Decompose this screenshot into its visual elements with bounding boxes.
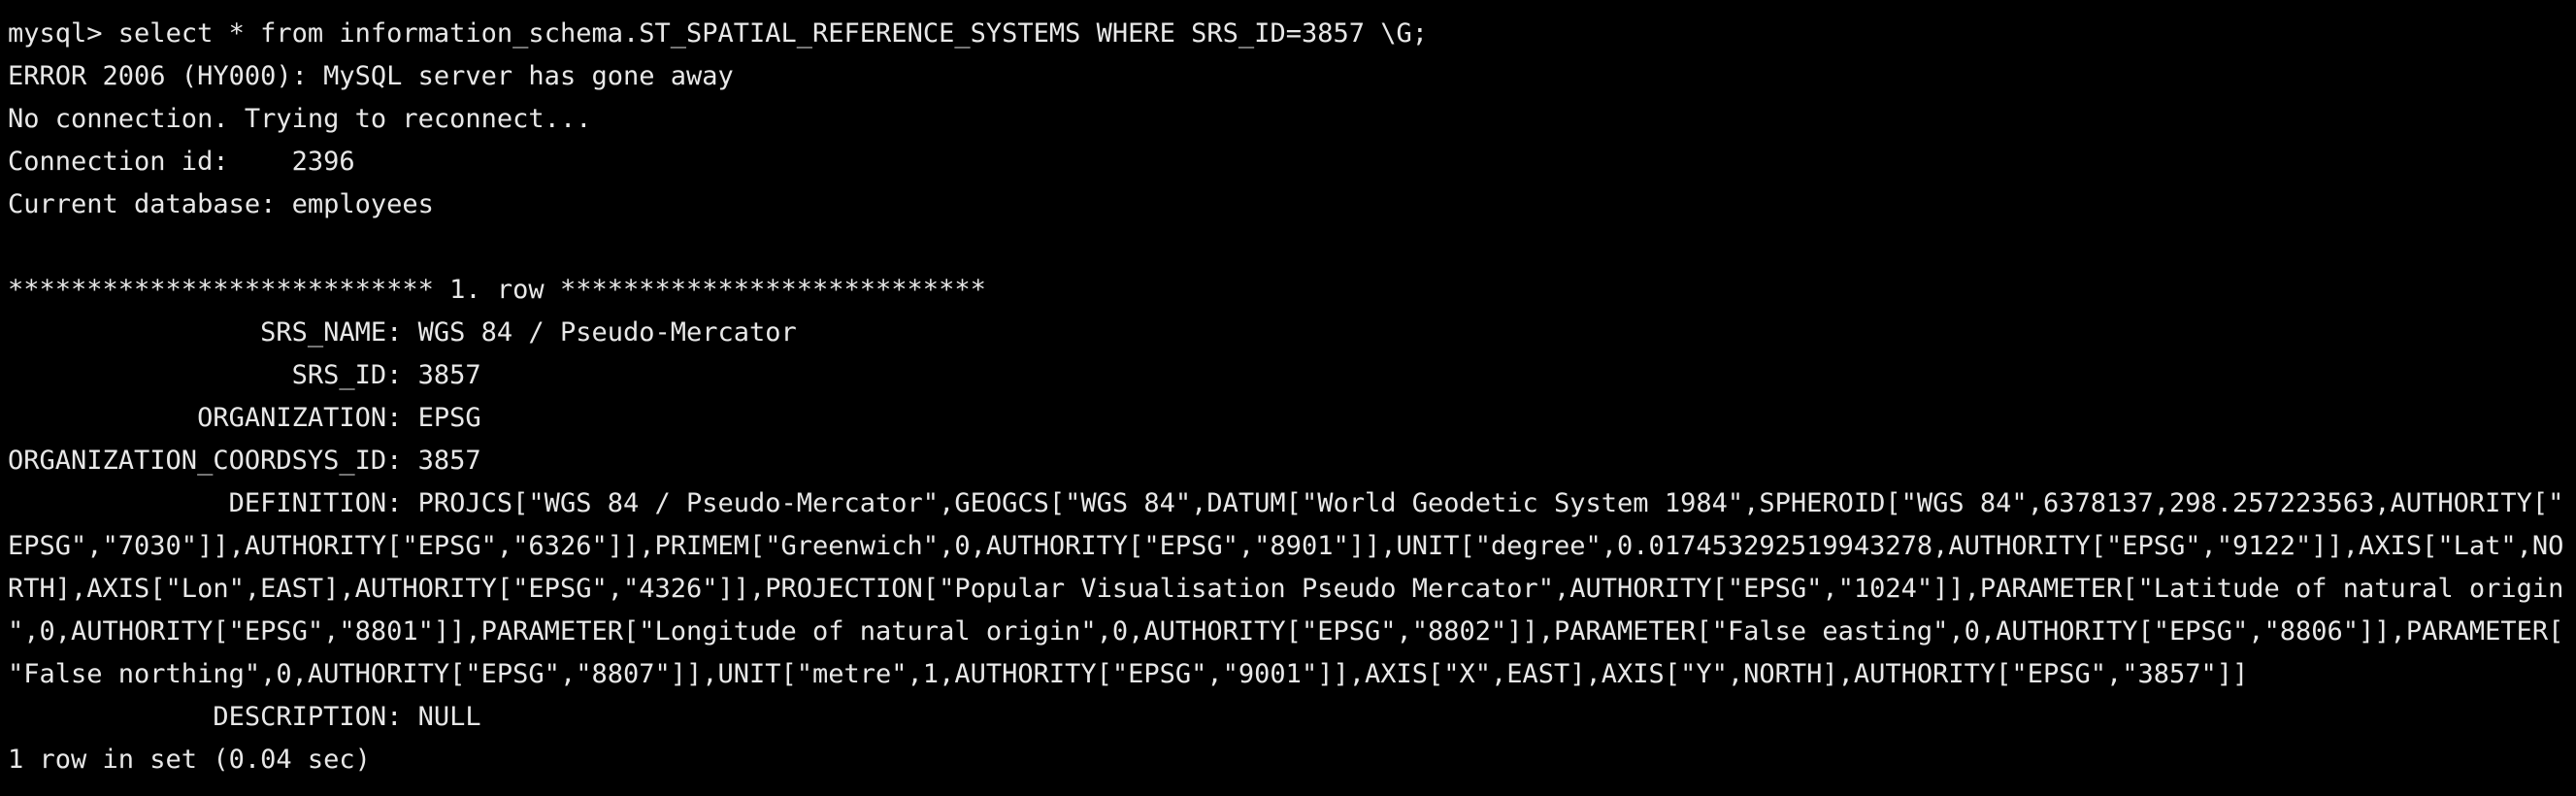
field-definition-line-3: RTH],AXIS["Lon",EAST],AUTHORITY["EPSG","… [8,574,2564,604]
field-srs-id: SRS_ID: 3857 [8,360,481,390]
mysql-prompt: mysql> [8,18,118,49]
result-summary: 1 row in set (0.04 sec) [8,745,371,775]
sql-command: select * from information_schema.ST_SPAT… [117,18,1428,49]
field-srs-name: SRS_NAME: WGS 84 / Pseudo-Mercator [8,317,797,348]
field-description: DESCRIPTION: NULL [8,702,481,732]
field-definition-line-4: ",0,AUTHORITY["EPSG","8801"]],PARAMETER[… [8,616,2564,647]
reconnect-message: No connection. Trying to reconnect... [8,104,592,134]
current-database-line: Current database: employees [8,189,434,219]
command-line[interactable]: mysql> select * from information_schema.… [8,13,2576,55]
field-definition-line-1: DEFINITION: PROJCS["WGS 84 / Pseudo-Merc… [8,488,2564,518]
field-definition-line-5: "False northing",0,AUTHORITY["EPSG","880… [8,659,2249,689]
terminal-window[interactable]: mysql> select * from information_schema.… [0,0,2576,796]
field-organization-coordsys-id: ORGANIZATION_COORDSYS_ID: 3857 [8,446,481,476]
row-header: *************************** 1. row *****… [8,275,986,305]
connection-id-line: Connection id: 2396 [8,147,355,177]
field-definition-line-2: EPSG","7030"]],AUTHORITY["EPSG","6326"]]… [8,531,2564,561]
error-message: ERROR 2006 (HY000): MySQL server has gon… [8,61,734,91]
field-organization: ORGANIZATION: EPSG [8,403,481,433]
